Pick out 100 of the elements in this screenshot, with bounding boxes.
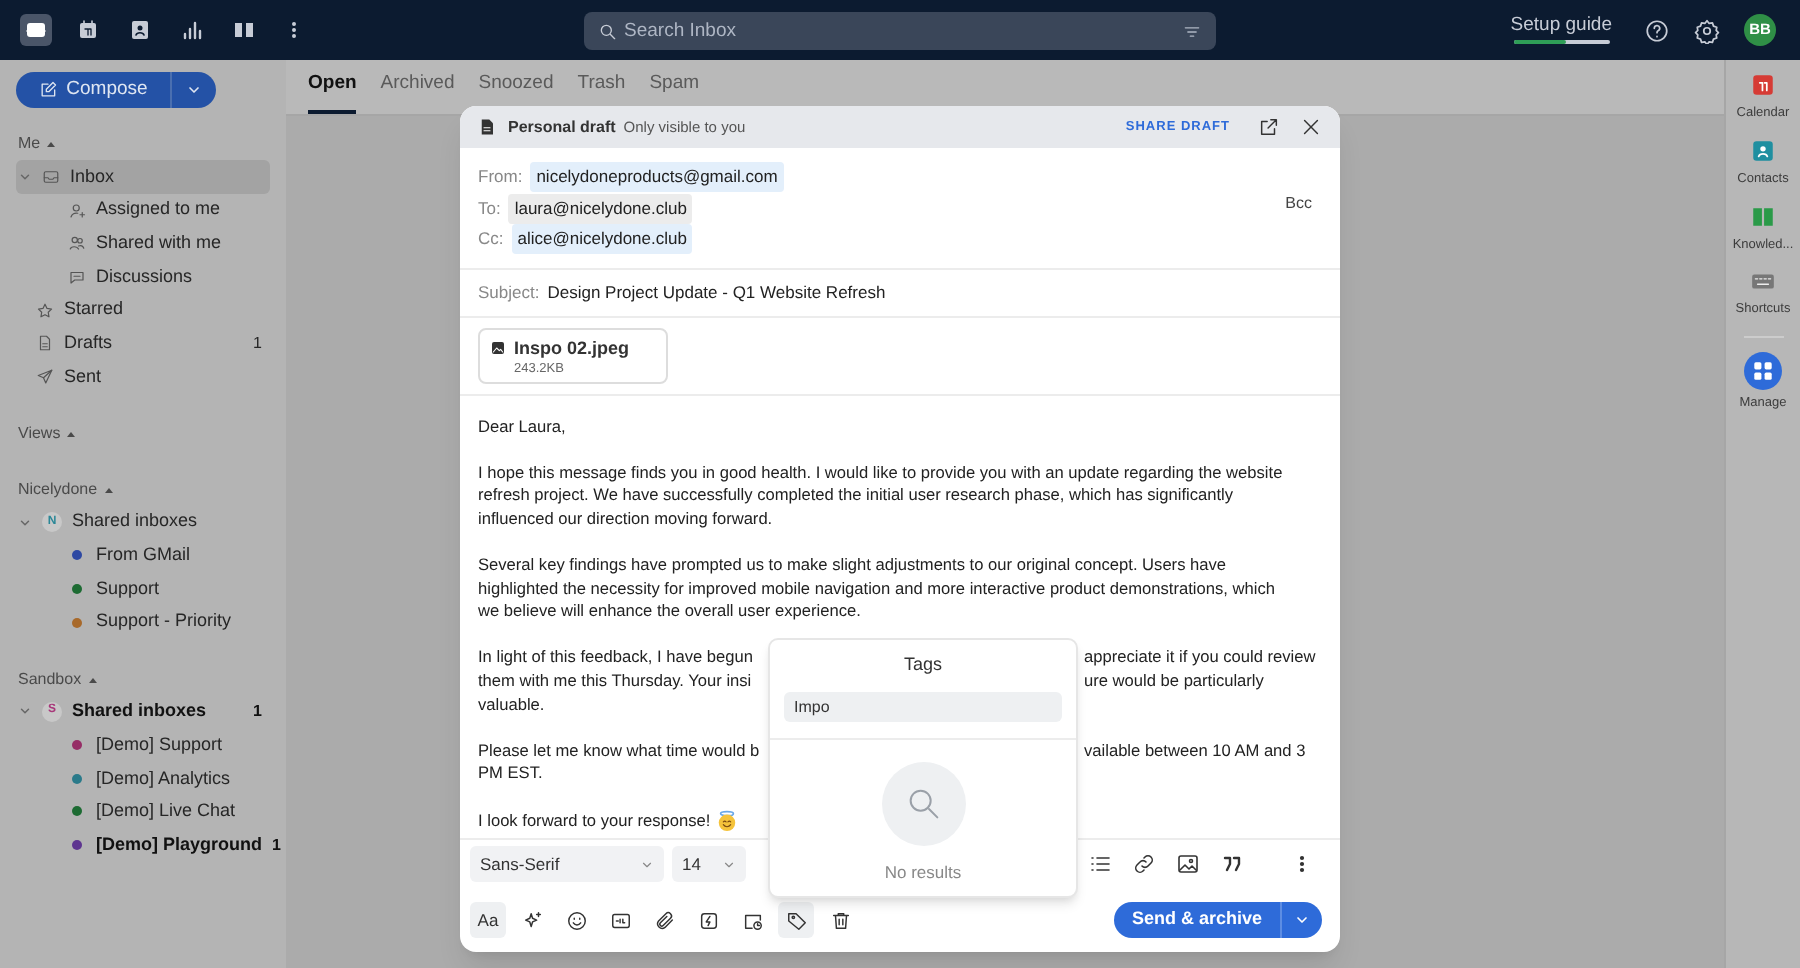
tab[interactable]: Archived — [380, 69, 455, 114]
calendar-icon — [76, 18, 100, 42]
body-text: influenced our direction moving forward. — [478, 507, 773, 531]
section-header[interactable]: Me — [16, 128, 270, 160]
section-header[interactable]: Sandbox — [16, 663, 270, 696]
edit-icon — [38, 80, 59, 100]
sidebar-item[interactable]: [Demo] Support — [16, 728, 270, 762]
tag-button[interactable] — [778, 902, 814, 938]
close-icon[interactable] — [1300, 116, 1322, 138]
address-chip[interactable]: nicelydoneproducts@gmail.com — [530, 162, 784, 193]
chevron-down-icon — [186, 82, 202, 98]
tab[interactable]: Snoozed — [478, 69, 554, 114]
body-text: highlighted the necessity for improved mobile navigation and more interactive product demonstrations, which — [478, 577, 1275, 601]
tab[interactable]: Spam — [649, 69, 700, 114]
body-text: Several key findings have prompted us to make slight adjustments to our original concept. Users have — [478, 554, 1227, 578]
paperclip-icon — [653, 909, 675, 931]
caret-up-icon — [103, 485, 114, 494]
chevron-down-icon[interactable] — [18, 515, 32, 530]
body-text: appreciate it if you could review — [1084, 646, 1316, 671]
calendar-icon — [1749, 72, 1776, 98]
body-text: valuable. — [478, 693, 545, 717]
contact-card-icon — [128, 18, 152, 42]
chevron-down-icon — [640, 857, 654, 871]
unread-count: 1 — [253, 331, 262, 356]
address-chip[interactable]: laura@nicelydone.club — [508, 193, 693, 224]
search-field[interactable]: Search Inbox — [584, 12, 1216, 50]
item-label: Shared with me — [96, 229, 222, 256]
link-icon[interactable] — [1132, 852, 1156, 876]
item-label: Drafts — [64, 330, 113, 357]
image-icon[interactable] — [1176, 852, 1200, 876]
section-header[interactable]: Views — [16, 417, 270, 450]
item-label: Shared inboxes — [72, 508, 198, 535]
body-text: we believe will enhance the overall user experience. — [478, 600, 861, 624]
sidebar-item[interactable]: [Demo] Live Chat — [16, 795, 270, 829]
tab[interactable]: Open — [308, 69, 357, 114]
send-archive-button[interactable]: Send & archive — [1113, 902, 1282, 938]
document-icon — [478, 118, 496, 136]
tag-search-field[interactable]: Impo — [784, 691, 1062, 721]
person-icon — [68, 201, 86, 220]
book-icon — [232, 18, 256, 42]
smiley-emoji-icon — [716, 809, 739, 832]
send-options-button[interactable] — [1282, 902, 1322, 938]
sidebar-item[interactable]: Drafts 1 — [16, 326, 270, 361]
subject-field[interactable]: Design Project Update - Q1 Website Refresh — [547, 279, 886, 305]
compose-menu-button[interactable] — [172, 72, 216, 108]
contact-card-icon — [1750, 137, 1776, 164]
bulleted-list-icon[interactable] — [1088, 852, 1112, 876]
text-format-button[interactable]: Aa — [470, 902, 506, 938]
item-label: Support — [96, 575, 160, 602]
setup-guide-link[interactable]: Setup guide — [1510, 16, 1612, 44]
settings-icon[interactable] — [1694, 17, 1720, 43]
body-text: I look forward to your response! — [478, 809, 711, 833]
address-chip[interactable]: alice@nicelydone.club — [511, 224, 693, 255]
caret-up-icon — [46, 140, 57, 148]
app-tab[interactable] — [20, 14, 52, 46]
dropdown[interactable]: Sans-Serif — [470, 846, 664, 882]
item-label: Sent — [64, 363, 102, 390]
draft-title: Personal draft — [508, 115, 616, 139]
sidebar-item[interactable]: From GMail — [16, 539, 270, 573]
body-text: refresh project. We have successfully completed the initial user research phase, which has significantly — [478, 484, 1234, 508]
caret-up-icon — [66, 429, 77, 438]
compose-button[interactable]: Compose — [16, 72, 172, 108]
field-label: To: — [478, 195, 501, 222]
popup-title: Tags — [903, 652, 942, 678]
tab[interactable]: Trash — [577, 69, 626, 114]
grid-icon — [1744, 352, 1782, 390]
smiley-icon — [565, 909, 587, 931]
sidebar-item[interactable]: Shared with me — [16, 226, 270, 261]
chevron-down-icon[interactable] — [18, 704, 32, 719]
sidebar-item[interactable]: Support — [16, 572, 270, 606]
filter-icon[interactable] — [1182, 21, 1202, 41]
item-label: Support - Priority — [96, 608, 232, 635]
item-label: [Demo] Playground — [96, 831, 263, 858]
body-text: them with me this Thursday. Your insi — [478, 670, 752, 691]
sidebar-item[interactable]: Discussions — [16, 260, 270, 294]
sidebar-item[interactable]: Support - Priority — [16, 605, 270, 640]
sidebar-item[interactable]: Sent — [16, 360, 270, 394]
unread-count: 1 — [253, 699, 262, 724]
item-label: Inbox — [70, 163, 115, 190]
unread-count: 1 — [272, 833, 281, 858]
sidebar-item[interactable]: Starred — [16, 293, 270, 327]
dropdown[interactable]: 14 — [672, 846, 746, 882]
sidebar-item[interactable]: [Demo] Analytics — [16, 761, 270, 796]
caret-up-icon — [87, 675, 98, 684]
help-icon[interactable] — [1644, 17, 1670, 43]
book-icon — [1749, 203, 1776, 229]
star-icon — [36, 301, 54, 320]
body-text: Dear Laura, — [478, 415, 566, 439]
chevron-down-icon — [1294, 912, 1310, 928]
body-text: ure would be particularly — [1084, 670, 1264, 694]
chat-bubble-icon — [68, 267, 86, 286]
item-label: [Demo] Live Chat — [96, 798, 236, 825]
field-label: From: — [478, 164, 523, 191]
sidebar-item[interactable]: Inbox — [16, 160, 270, 194]
quote-icon[interactable] — [1220, 852, 1244, 876]
bcc-button[interactable]: Bcc — [1285, 192, 1312, 216]
section-header[interactable]: Nicelydone — [16, 473, 270, 506]
trash-icon — [829, 909, 851, 931]
sidebar-item[interactable]: Assigned to me — [16, 193, 270, 227]
pop-out-icon[interactable] — [1258, 116, 1280, 138]
